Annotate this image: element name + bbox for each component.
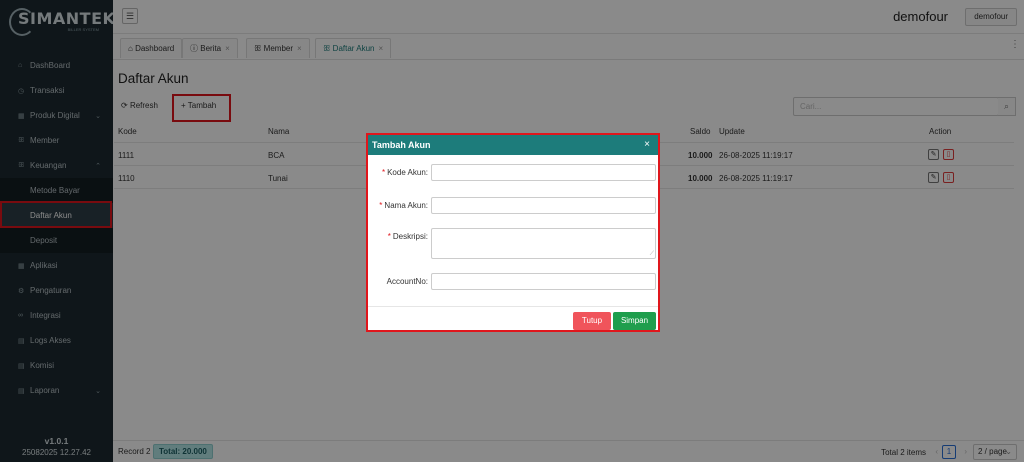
account-no-label: AccountNo: [368, 277, 428, 286]
field-label: Nama Akun: [384, 201, 428, 210]
field-label: AccountNo: [386, 277, 428, 286]
required-icon: * [379, 201, 383, 210]
deskripsi-label: * Deskripsi: [368, 232, 428, 241]
add-account-modal: Tambah Akun × * Kode Akun: * Nama Akun: * D… [366, 133, 660, 332]
resize-handle-icon[interactable]: ⟋ [650, 251, 654, 258]
modal-title: Tambah Akun [372, 140, 431, 150]
save-button[interactable]: Simpan [613, 312, 656, 330]
account-no-input[interactable] [431, 273, 656, 290]
required-icon: * [387, 232, 391, 241]
close-button[interactable]: Tutup [573, 312, 611, 330]
nama-akun-input[interactable] [431, 197, 656, 214]
field-label: Deskripsi: [392, 232, 428, 241]
close-icon[interactable]: × [644, 135, 650, 155]
kode-akun-label: * Kode Akun: [368, 168, 428, 177]
deskripsi-textarea[interactable]: ⟋ [431, 228, 656, 259]
nama-akun-label: * Nama Akun: [368, 201, 428, 210]
modal-header: Tambah Akun × [368, 135, 658, 155]
field-label: Kode Akun: [387, 168, 428, 177]
kode-akun-input[interactable] [431, 164, 656, 181]
divider [368, 306, 658, 307]
required-icon: * [381, 168, 386, 177]
